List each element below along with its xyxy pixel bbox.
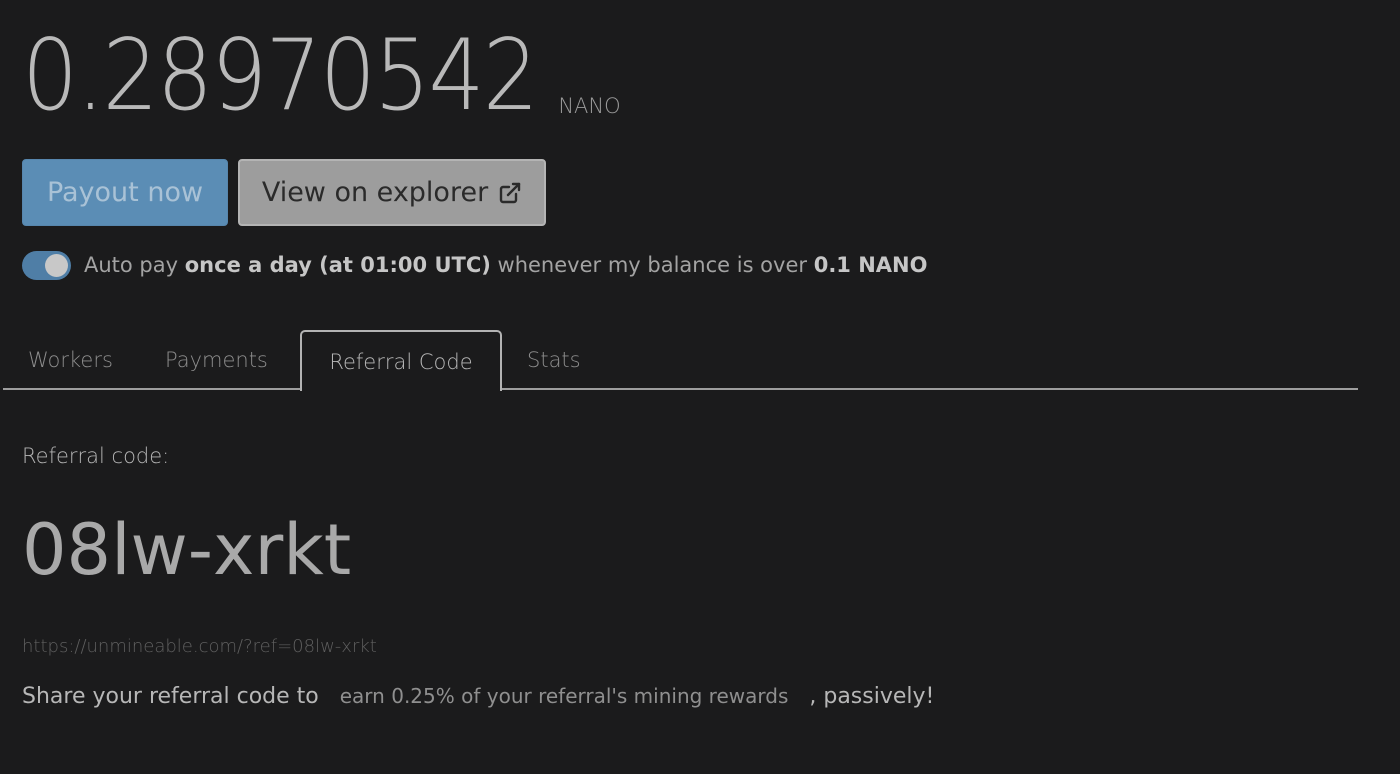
view-on-explorer-label: View on explorer	[261, 177, 489, 208]
payout-now-button[interactable]: Payout now	[22, 159, 228, 226]
tab-referral-code[interactable]: Referral Code	[300, 330, 502, 391]
view-on-explorer-button[interactable]: View on explorer	[238, 159, 546, 226]
autopay-middle: whenever my balance is over	[497, 253, 808, 277]
autopay-prefix: Auto pay	[84, 253, 179, 277]
balance-currency: NANO	[558, 94, 621, 118]
share-message: Share your referral code to earn 0.25% o…	[22, 684, 934, 709]
balance-amount: 0.28970542	[22, 19, 539, 133]
tab-bar: Workers Payments Referral Code Stats	[3, 330, 1358, 391]
autopay-setting: Auto pay once a day (at 01:00 UTC) whene…	[22, 246, 927, 284]
external-link-icon	[498, 181, 522, 205]
toggle-knob	[45, 253, 68, 277]
tab-payments[interactable]: Payments	[165, 330, 268, 390]
tab-stats[interactable]: Stats	[527, 330, 581, 390]
payout-now-label: Payout now	[46, 177, 204, 208]
balance-display: 0.28970542 NANO	[22, 22, 621, 130]
share-prefix: Share your referral code to	[22, 684, 319, 709]
tab-workers[interactable]: Workers	[28, 330, 113, 390]
wallet-page: 0.28970542 NANO Payout now View on explo…	[0, 0, 1400, 774]
autopay-threshold: 0.1 NANO	[813, 253, 928, 277]
referral-link[interactable]: https://unmineable.com/?ref=08lw-xrkt	[22, 636, 377, 657]
referral-code-value: 08lw-xrkt	[22, 509, 352, 591]
referral-code-label: Referral code:	[22, 444, 170, 468]
autopay-frequency: once a day (at 01:00 UTC)	[184, 253, 491, 277]
share-highlight: earn 0.25% of your referral's mining rew…	[339, 684, 789, 708]
autopay-toggle[interactable]	[22, 250, 71, 280]
share-suffix: , passively!	[809, 684, 935, 709]
